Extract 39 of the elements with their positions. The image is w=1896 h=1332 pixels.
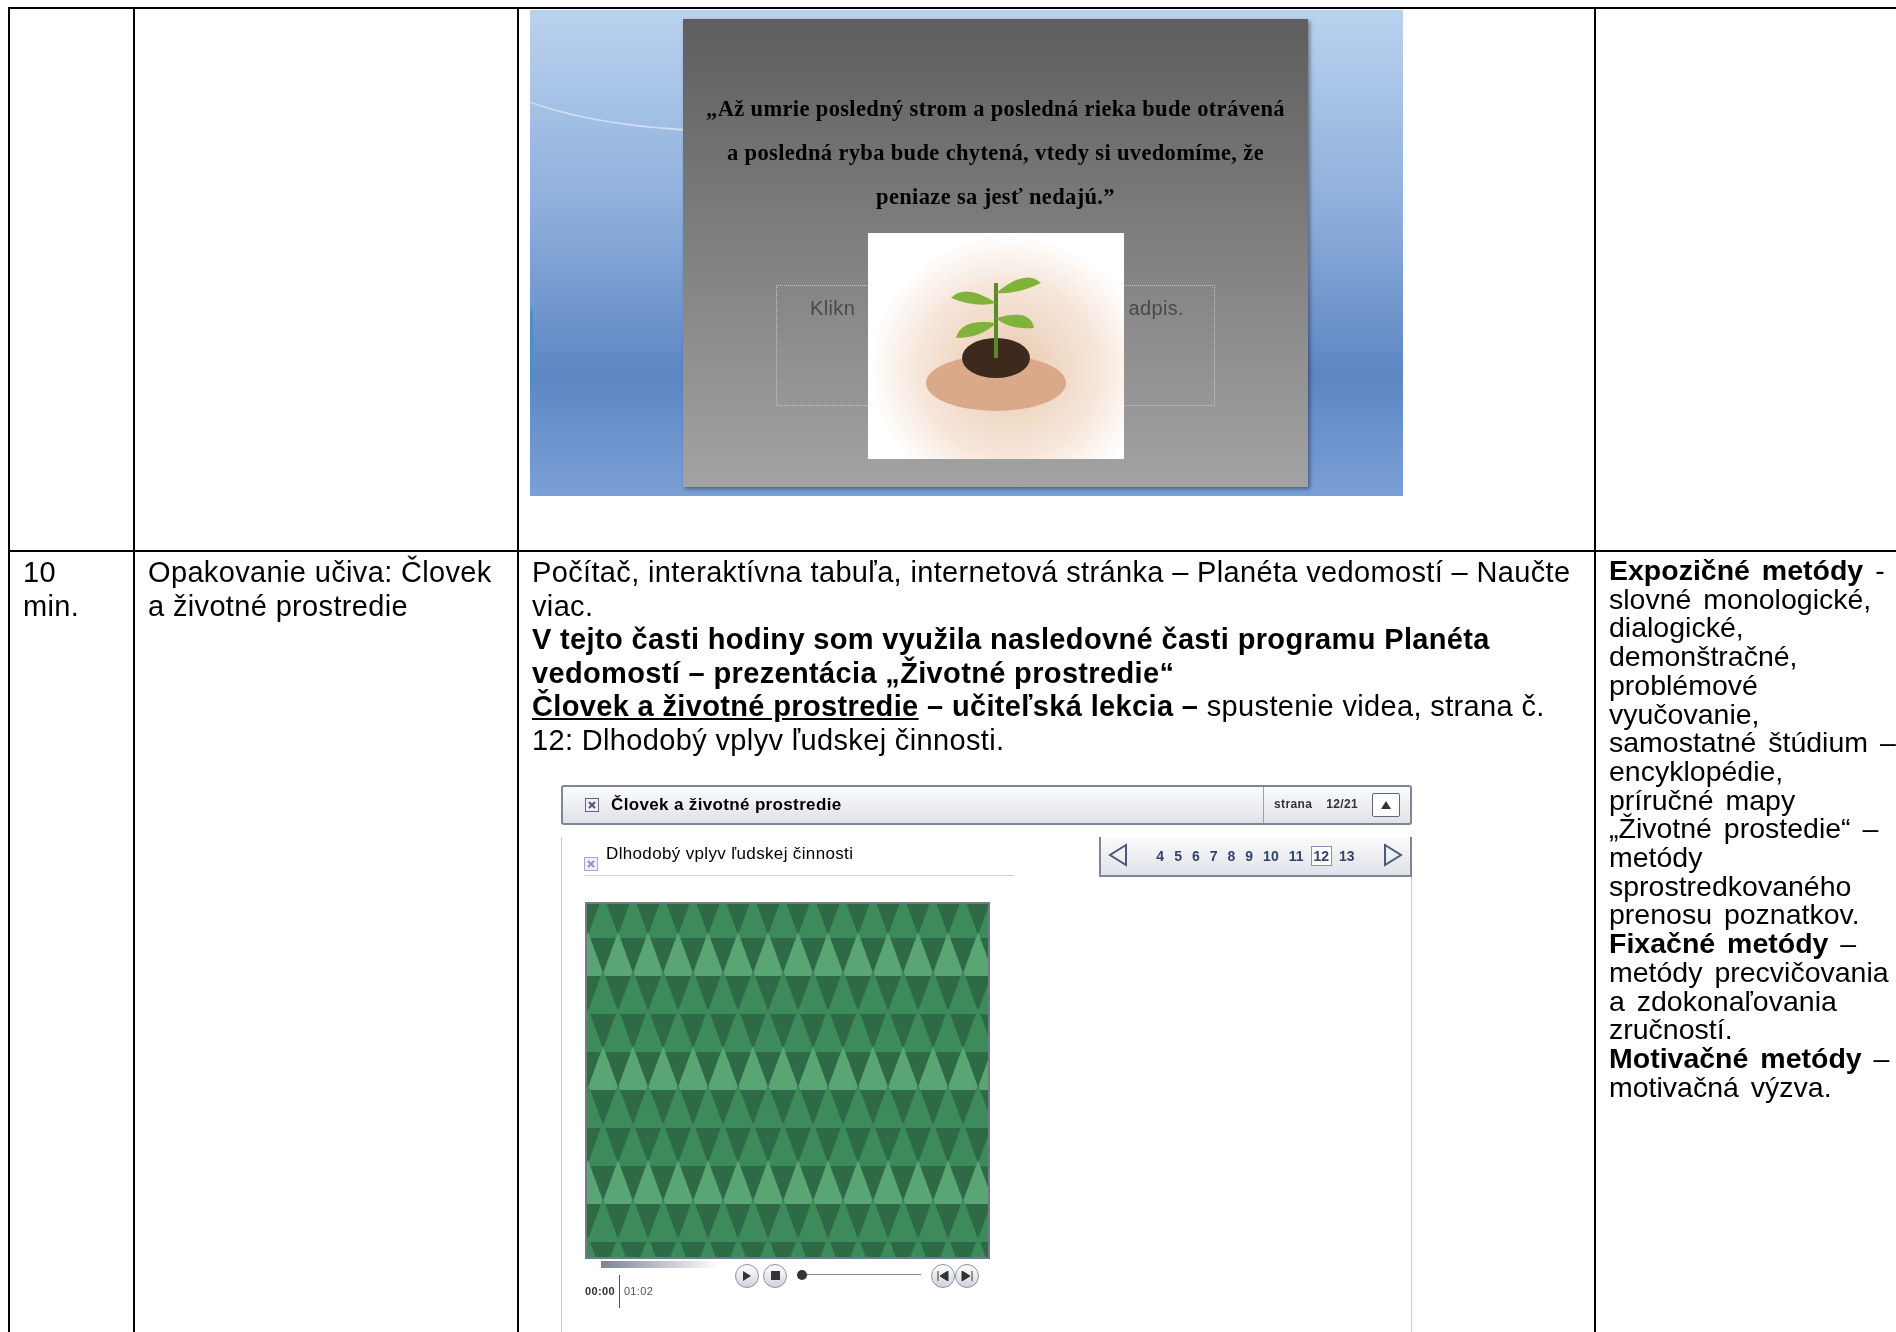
methods-paragraph: Expozičné metódy - slovné monologické, dialogické, demonštračné, problémové vyučovanie, samostatné štúdium – encyklopédie, príručné mapy „Životné prostedie“ – metódy sprostredkovaného prenosu poznatkov. bbox=[1609, 556, 1896, 930]
page-number-link[interactable]: 5 bbox=[1171, 846, 1185, 866]
placeholder-text: adpis. bbox=[1128, 296, 1184, 321]
page-label: strana bbox=[1274, 796, 1313, 814]
rewind-button[interactable] bbox=[931, 1263, 955, 1288]
paragraph: Človek a životné prostredie – učiteľská lekcia – spustenie videa, strana č. 12: Dlhodobý vplyv ľudskej činnosti. bbox=[532, 690, 1546, 757]
page-number-link[interactable]: 6 bbox=[1188, 846, 1203, 866]
page-number-link[interactable]: 10 bbox=[1260, 846, 1282, 866]
page-number-link[interactable]: 7 bbox=[1206, 846, 1221, 866]
play-icon bbox=[742, 1269, 752, 1282]
skip-forward-icon bbox=[961, 1270, 973, 1281]
duration-text: 10 min. bbox=[23, 556, 81, 623]
topic-text: Opakovanie učiva: Človek a životné prostredie bbox=[148, 556, 493, 623]
methods-paragraph: Motivačné metódy – motivačná výzva. bbox=[1609, 1043, 1891, 1102]
page-number-link[interactable]: 11 bbox=[1285, 846, 1307, 866]
placeholder-text: Klikn bbox=[810, 296, 856, 321]
forward-button[interactable] bbox=[955, 1263, 979, 1288]
skip-back-icon bbox=[937, 1270, 949, 1281]
collapse-button[interactable] bbox=[1372, 793, 1400, 817]
page-number-link[interactable]: 13 bbox=[1336, 846, 1358, 866]
seek-slider[interactable] bbox=[797, 1269, 921, 1280]
page-number-link[interactable]: 12 bbox=[1310, 846, 1333, 866]
lesson-title: Človek a životné prostredie bbox=[611, 794, 842, 817]
page-number-link[interactable]: 9 bbox=[1242, 846, 1257, 866]
play-button[interactable] bbox=[735, 1263, 759, 1288]
page-number-link[interactable]: 4 bbox=[1153, 846, 1168, 866]
close-icon[interactable] bbox=[584, 856, 598, 871]
paragraph: Počítač, interaktívna tabuľa, internetová stránka – Planéta vedomostí – Naučte viac. bbox=[532, 556, 1572, 623]
methods-paragraph: Fixačné metódy – metódy precvičovania a zdokonaľovania zručností. bbox=[1609, 929, 1890, 1044]
elapsed-time: 00:00 bbox=[585, 1283, 615, 1299]
quote-text: „Až umrie posledný strom a posledná rieka bude otrávená a posledná ryba bude chytená, vtedy si uvedomíme, že peniaze sa jesť nedajú.” bbox=[706, 95, 1285, 211]
page-counter: 12/21 bbox=[1326, 796, 1358, 814]
total-time: 01:02 bbox=[618, 1274, 654, 1308]
stop-icon bbox=[770, 1271, 780, 1280]
stop-button[interactable] bbox=[763, 1263, 787, 1288]
close-icon[interactable] bbox=[585, 798, 599, 812]
page-number-link[interactable]: 8 bbox=[1224, 846, 1239, 866]
triangle-up-icon bbox=[1380, 800, 1392, 810]
section-title: Dlhodobý vplyv ľudskej činnosti bbox=[606, 843, 854, 865]
